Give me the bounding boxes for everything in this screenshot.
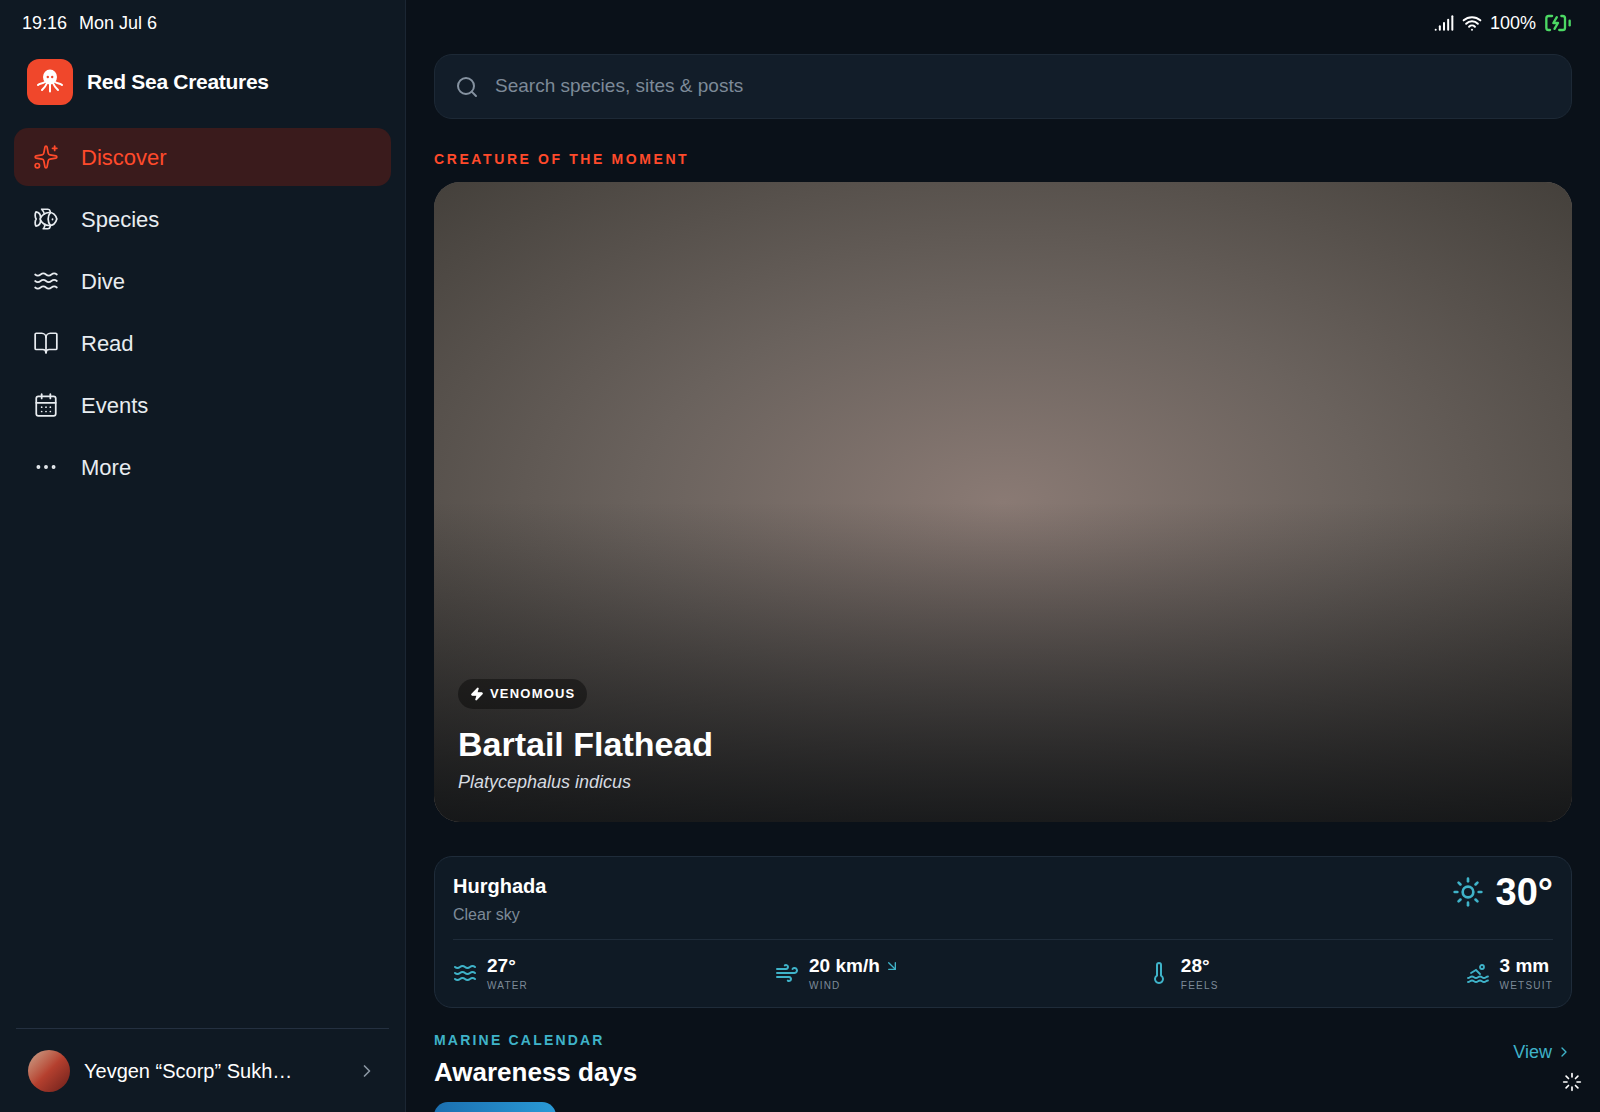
app-logo-icon	[27, 59, 73, 105]
calendar-header: MARINE CALENDARAwareness daysView	[434, 1030, 1572, 1092]
battery-icon	[1544, 9, 1572, 37]
sidebar-item[interactable]: Dive	[14, 252, 391, 310]
search-icon	[455, 75, 479, 99]
weather-stat: 20 km/hWIND	[775, 954, 900, 993]
chevron-right-icon	[357, 1061, 377, 1081]
weather-card[interactable]: HurghadaClear sky 30° 27°WATER 20 km/hWIND 2…	[434, 856, 1572, 1008]
nav-icon	[33, 392, 59, 418]
weather-location: Hurghada	[453, 871, 546, 901]
nav-icon	[33, 144, 59, 170]
loading-icon	[1562, 1072, 1582, 1092]
wifi-icon	[1462, 13, 1482, 33]
featured-creature-card[interactable]: VENOMOUS Bartail Flathead Platycephalus in…	[434, 182, 1572, 822]
creature-scientific-name: Platycephalus indicus	[458, 769, 631, 796]
sidebar-item[interactable]: Events	[14, 376, 391, 434]
venomous-badge: VENOMOUS	[458, 679, 587, 709]
nav-icon	[33, 206, 59, 232]
weather-condition: Clear sky	[453, 903, 546, 927]
sidebar-item[interactable]: Species	[14, 190, 391, 248]
app-name: Red Sea Creatures	[87, 66, 269, 98]
main-content: 100% Search species, sites & posts CREATUR…	[406, 0, 1600, 1112]
wind-icon	[775, 961, 799, 985]
thermometer-icon	[1147, 961, 1171, 985]
awareness-day-card[interactable]	[434, 1102, 556, 1112]
weather-stat: 28°FEELS	[1147, 954, 1219, 993]
app-header[interactable]: Red Sea Creatures	[0, 59, 405, 105]
avatar-icon	[28, 1050, 70, 1092]
status-bar: 100%	[434, 0, 1572, 42]
calendar-title: Awareness days	[434, 1053, 637, 1092]
sun-icon	[1452, 876, 1484, 908]
nav-icon	[33, 330, 59, 356]
app-root: 19:16Mon Jul 6Red Sea CreaturesDiscoverS…	[0, 0, 1600, 1112]
sidebar-nav: DiscoverSpeciesDiveReadEventsMore	[0, 128, 405, 496]
sidebar: 19:16Mon Jul 6 Red Sea Creatures DiscoverS…	[0, 0, 406, 1112]
status-time: 19:16Mon Jul 6	[0, 0, 405, 42]
search-bar[interactable]: Search species, sites & posts	[434, 54, 1572, 119]
battery-percent: 100%	[1490, 10, 1536, 37]
nav-icon	[33, 454, 59, 480]
swimmer-icon	[1466, 961, 1490, 985]
weather-stat: 27°WATER	[453, 954, 528, 993]
water-icon	[453, 961, 477, 985]
sidebar-item[interactable]: Discover	[14, 128, 391, 186]
chevron-right-icon	[1556, 1044, 1572, 1060]
wind-direction-icon	[884, 958, 900, 974]
nav-icon	[33, 268, 59, 294]
section-label: CREATURE OF THE MOMENT	[434, 149, 1572, 170]
view-link[interactable]: View	[1513, 1039, 1572, 1066]
sidebar-item[interactable]: More	[14, 438, 391, 496]
user-profile[interactable]: Yevgen “Scorp” Sukh…	[16, 1028, 389, 1112]
bolt-icon	[470, 687, 484, 701]
signal-icon	[1434, 13, 1454, 33]
sidebar-item[interactable]: Read	[14, 314, 391, 372]
weather-temperature: 30°	[1496, 873, 1553, 911]
weather-stat: 3 mmWETSUIT	[1466, 954, 1553, 993]
creature-name: Bartail Flathead	[458, 723, 713, 766]
